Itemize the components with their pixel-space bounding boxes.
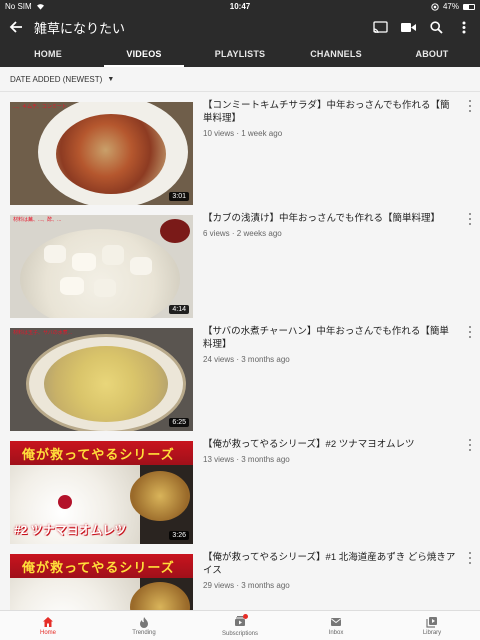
video-thumbnail[interactable]: 材料は玉子、サバの水煮... 6:25 bbox=[10, 328, 193, 431]
back-arrow-icon[interactable] bbox=[8, 19, 24, 35]
turnip-piece bbox=[102, 245, 124, 265]
status-bar: No SIM 10:47 47% bbox=[0, 0, 480, 13]
more-options-icon[interactable] bbox=[467, 439, 473, 451]
duration-badge: 3:01 bbox=[169, 192, 189, 201]
nav-label: Inbox bbox=[328, 629, 344, 636]
library-icon bbox=[426, 616, 437, 628]
nav-home[interactable]: Home bbox=[0, 611, 96, 640]
flame-icon bbox=[140, 616, 148, 628]
turnip-piece bbox=[60, 277, 84, 295]
side-dish-shape bbox=[130, 471, 190, 521]
sort-label: DATE ADDED (NEWEST) bbox=[10, 74, 103, 84]
video-stats: 29 views · 3 months ago bbox=[203, 580, 290, 590]
upload-age: 3 months ago bbox=[241, 354, 290, 364]
wifi-icon bbox=[36, 4, 44, 10]
duration-badge: 3:26 bbox=[169, 531, 189, 540]
upload-age: 3 months ago bbox=[241, 580, 290, 590]
thumbnail-caption: 材料は玉子、サバの水煮... bbox=[13, 330, 72, 336]
video-stats: 10 views · 1 week ago bbox=[203, 128, 283, 138]
nav-label: Subscriptions bbox=[221, 630, 259, 637]
tab-home[interactable]: HOME bbox=[0, 41, 96, 67]
duration-badge: 4:14 bbox=[169, 305, 189, 314]
nav-trending[interactable]: Trending bbox=[96, 611, 192, 640]
video-title[interactable]: 【サバの水煮チャーハン】中年おっさんでも作れる【簡単料理】 bbox=[203, 326, 458, 352]
nav-library[interactable]: Library bbox=[384, 611, 480, 640]
notification-dot bbox=[243, 613, 248, 619]
video-thumbnail[interactable]: ...、キムチ、コンミート 3:01 bbox=[10, 102, 193, 205]
upload-age: 2 weeks ago bbox=[236, 228, 282, 238]
view-count: 29 views bbox=[203, 580, 235, 590]
tab-about[interactable]: ABOUT bbox=[384, 41, 480, 67]
sort-dropdown[interactable]: DATE ADDED (NEWEST) ▼ bbox=[0, 67, 480, 92]
chili-shape bbox=[160, 219, 190, 243]
view-count: 13 views bbox=[203, 454, 235, 464]
more-options-icon[interactable] bbox=[467, 213, 473, 225]
overflow-menu-icon[interactable] bbox=[456, 19, 472, 35]
upload-age: 1 week ago bbox=[241, 128, 283, 138]
video-item[interactable]: 俺が救ってやるシリーズ 【俺が救ってやるシリーズ】#1 北海道産あずき どら焼き… bbox=[0, 544, 480, 610]
umeboshi-shape bbox=[58, 495, 72, 509]
fried-rice-shape bbox=[44, 346, 168, 422]
turnip-piece bbox=[130, 257, 152, 275]
view-count: 10 views bbox=[203, 128, 235, 138]
video-thumbnail[interactable]: 俺が救ってやるシリーズ #2 ツナマヨオムレツ 3:26 bbox=[10, 441, 193, 544]
cast-icon[interactable] bbox=[372, 19, 388, 35]
thumbnail-caption: 材料は蕪、...、酢、... bbox=[13, 217, 62, 223]
home-icon bbox=[43, 616, 53, 627]
video-thumbnail[interactable]: 俺が救ってやるシリーズ bbox=[10, 554, 193, 610]
duration-badge: 6:25 bbox=[169, 418, 189, 427]
video-list: ...、キムチ、コンミート 3:01 【コンミートキムチサラダ】中年おっさんでも… bbox=[0, 92, 480, 610]
nav-label: Library bbox=[422, 629, 442, 636]
video-title[interactable]: 【カブの浅漬け】中年おっさんでも作れる【簡単料理】 bbox=[203, 213, 458, 226]
nav-inbox[interactable]: Inbox bbox=[288, 611, 384, 640]
tab-channels[interactable]: CHANNELS bbox=[288, 41, 384, 67]
caret-down-icon: ▼ bbox=[107, 75, 115, 83]
video-stats: 24 views · 3 months ago bbox=[203, 354, 290, 364]
video-title[interactable]: 【コンミートキムチサラダ】中年おっさんでも作れる【簡単料理】 bbox=[203, 100, 458, 126]
video-item[interactable]: 俺が救ってやるシリーズ #2 ツナマヨオムレツ 3:26 【俺が救ってやるシリー… bbox=[0, 431, 480, 544]
nav-label: Trending bbox=[132, 629, 156, 636]
more-options-icon[interactable] bbox=[467, 100, 473, 112]
carrier-label: No SIM bbox=[5, 2, 32, 11]
battery-icon bbox=[463, 3, 475, 10]
thumbnail-label: #2 ツナマヨオムレツ bbox=[14, 523, 127, 537]
video-stats: 6 views · 2 weeks ago bbox=[203, 228, 282, 238]
rice-shape bbox=[10, 578, 140, 610]
video-title[interactable]: 【俺が救ってやるシリーズ】#2 ツナマヨオムレツ bbox=[203, 439, 458, 452]
video-thumbnail[interactable]: 材料は蕪、...、酢、... 4:14 bbox=[10, 215, 193, 318]
video-stats: 13 views · 3 months ago bbox=[203, 454, 290, 464]
inbox-icon bbox=[331, 617, 341, 626]
thumbnail-banner: 俺が救ってやるシリーズ bbox=[10, 554, 193, 578]
turnip-piece bbox=[72, 253, 96, 271]
video-title[interactable]: 【俺が救ってやるシリーズ】#1 北海道産あずき どら焼きアイス bbox=[203, 552, 458, 578]
salad-shape bbox=[56, 114, 166, 194]
orientation-lock-icon bbox=[431, 2, 439, 11]
more-options-icon[interactable] bbox=[467, 326, 473, 338]
view-count: 24 views bbox=[203, 354, 235, 364]
video-item[interactable]: 材料は蕪、...、酢、... 4:14 【カブの浅漬け】中年おっさんでも作れる【… bbox=[0, 205, 480, 318]
more-options-icon[interactable] bbox=[467, 552, 473, 564]
app-bar: 雑草になりたい bbox=[0, 13, 480, 41]
tab-videos[interactable]: VIDEOS bbox=[96, 41, 192, 67]
video-camera-icon[interactable] bbox=[400, 19, 416, 35]
video-item[interactable]: 材料は玉子、サバの水煮... 6:25 【サバの水煮チャーハン】中年おっさんでも… bbox=[0, 318, 480, 431]
search-icon[interactable] bbox=[428, 19, 444, 35]
thumbnail-caption: ...、キムチ、コンミート bbox=[13, 104, 67, 110]
turnip-piece bbox=[44, 245, 66, 263]
nav-label: Home bbox=[39, 629, 56, 636]
channel-tabs: HOME VIDEOS PLAYLISTS CHANNELS ABOUT bbox=[0, 41, 480, 67]
video-item[interactable]: ...、キムチ、コンミート 3:01 【コンミートキムチサラダ】中年おっさんでも… bbox=[0, 92, 480, 205]
thumbnail-banner: 俺が救ってやるシリーズ bbox=[10, 441, 193, 465]
battery-percent: 47% bbox=[442, 2, 459, 11]
plate-shape bbox=[20, 229, 180, 318]
channel-title: 雑草になりたい bbox=[34, 20, 126, 36]
view-count: 6 views bbox=[203, 228, 230, 238]
upload-age: 3 months ago bbox=[241, 454, 290, 464]
turnip-piece bbox=[94, 279, 116, 297]
tab-playlists[interactable]: PLAYLISTS bbox=[192, 41, 288, 67]
bottom-navigation: Home Trending Subscriptions Inbox Librar… bbox=[0, 610, 480, 640]
nav-subscriptions[interactable]: Subscriptions bbox=[192, 611, 288, 640]
